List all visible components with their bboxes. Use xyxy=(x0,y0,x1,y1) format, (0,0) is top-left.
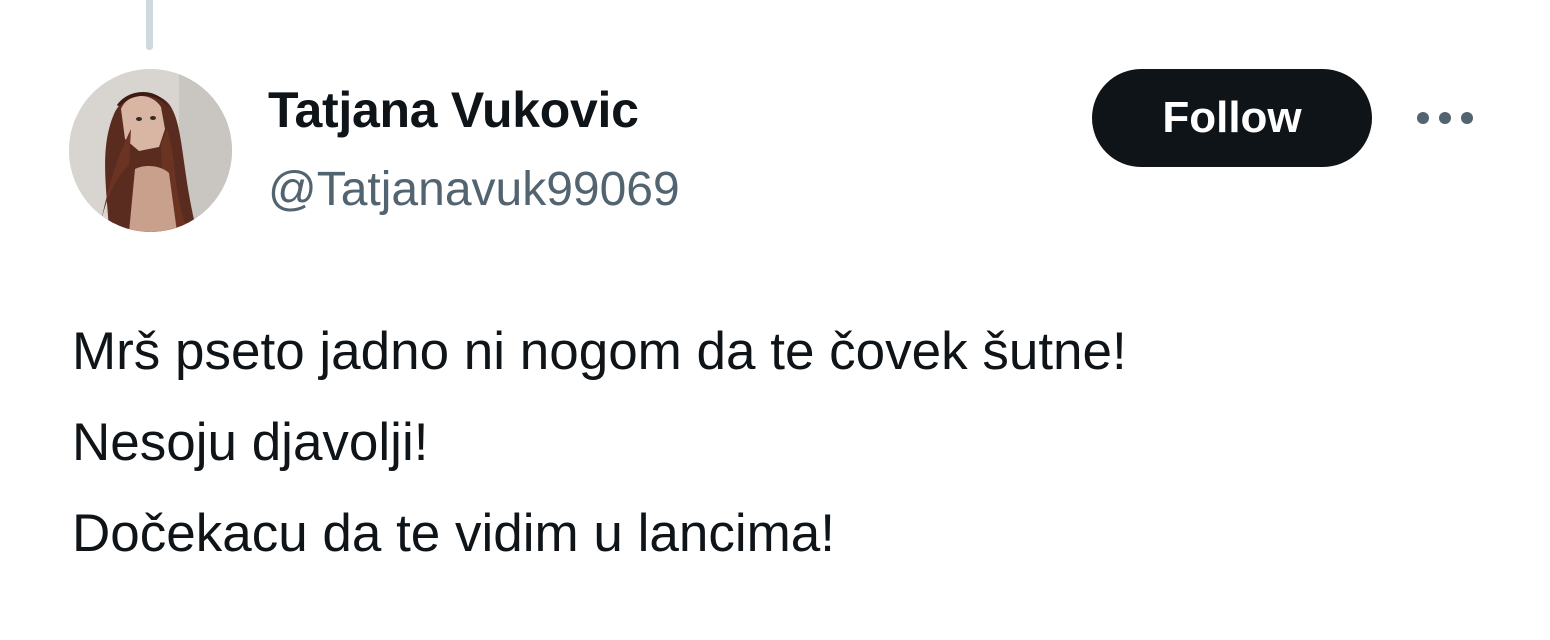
more-options-button[interactable] xyxy=(1402,92,1488,144)
author-display-name[interactable]: Tatjana Vukovic xyxy=(268,80,639,140)
follow-button[interactable]: Follow xyxy=(1092,69,1372,167)
avatar-photo-icon xyxy=(69,69,232,232)
tweet-text-line: Dočekacu da te vidim u lancima! xyxy=(72,504,835,563)
more-horizontal-icon xyxy=(1417,112,1473,124)
author-handle[interactable]: @Tatjanavuk99069 xyxy=(268,160,680,220)
thread-connector-line xyxy=(146,0,153,50)
author-avatar[interactable] xyxy=(69,69,232,232)
tweet-text-line: Mrš pseto jadno ni nogom da te čovek šut… xyxy=(72,322,1127,381)
tweet-text-line: Nesoju djavolji! xyxy=(72,413,429,472)
tweet-text: Mrš pseto jadno ni nogom da te čovek šut… xyxy=(72,306,1532,579)
